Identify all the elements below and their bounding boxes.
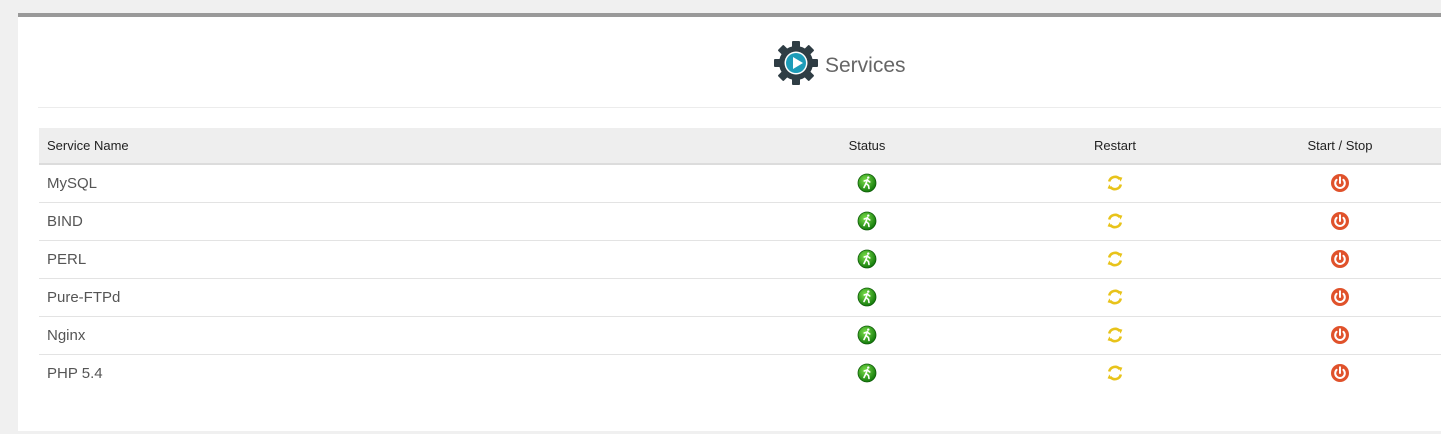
- page-header: Services: [38, 17, 1441, 108]
- power-icon[interactable]: [1330, 363, 1350, 383]
- page-title: Services: [825, 53, 906, 77]
- running-status-icon[interactable]: [857, 249, 877, 269]
- header-restart: Restart: [991, 128, 1239, 165]
- page-heading: Services: [773, 40, 906, 91]
- power-icon[interactable]: [1330, 325, 1350, 345]
- status-cell: [743, 240, 991, 279]
- service-name-cell: BIND: [39, 202, 743, 241]
- running-status-icon[interactable]: [857, 211, 877, 231]
- service-name-cell: PERL: [39, 240, 743, 279]
- services-table: Service Name Status Restart Start / Stop…: [39, 128, 1441, 392]
- services-panel: Services Service Name Status Restart Sta…: [18, 13, 1441, 431]
- table-row: PERL: [39, 240, 1441, 279]
- restart-icon[interactable]: [1105, 173, 1125, 193]
- restart-icon[interactable]: [1105, 287, 1125, 307]
- start-stop-cell: [1239, 164, 1441, 203]
- status-cell: [743, 202, 991, 241]
- table-row: Pure-FTPd: [39, 278, 1441, 317]
- status-cell: [743, 278, 991, 317]
- header-status: Status: [743, 128, 991, 165]
- restart-icon[interactable]: [1105, 249, 1125, 269]
- start-stop-cell: [1239, 202, 1441, 241]
- table-row: Nginx: [39, 316, 1441, 355]
- restart-cell: [991, 202, 1239, 241]
- restart-cell: [991, 354, 1239, 392]
- gear-play-icon: [773, 40, 819, 91]
- power-icon[interactable]: [1330, 173, 1350, 193]
- power-icon[interactable]: [1330, 249, 1350, 269]
- restart-cell: [991, 164, 1239, 203]
- table-header-row: Service Name Status Restart Start / Stop: [39, 128, 1441, 165]
- restart-icon[interactable]: [1105, 211, 1125, 231]
- header-start-stop: Start / Stop: [1239, 128, 1441, 165]
- service-name-cell: MySQL: [39, 164, 743, 203]
- restart-icon[interactable]: [1105, 325, 1125, 345]
- running-status-icon[interactable]: [857, 173, 877, 193]
- table-row: PHP 5.4: [39, 354, 1441, 392]
- status-cell: [743, 164, 991, 203]
- table-body: MySQL BIND PERL Pure-FTPd Nginx PHP 5.4: [39, 164, 1441, 392]
- table-row: BIND: [39, 202, 1441, 241]
- running-status-icon[interactable]: [857, 287, 877, 307]
- start-stop-cell: [1239, 278, 1441, 317]
- restart-cell: [991, 240, 1239, 279]
- service-name-cell: Pure-FTPd: [39, 278, 743, 317]
- status-cell: [743, 354, 991, 392]
- service-name-cell: Nginx: [39, 316, 743, 355]
- table-row: MySQL: [39, 164, 1441, 203]
- running-status-icon[interactable]: [857, 363, 877, 383]
- status-cell: [743, 316, 991, 355]
- start-stop-cell: [1239, 240, 1441, 279]
- restart-cell: [991, 278, 1239, 317]
- running-status-icon[interactable]: [857, 325, 877, 345]
- restart-icon[interactable]: [1105, 363, 1125, 383]
- restart-cell: [991, 316, 1239, 355]
- start-stop-cell: [1239, 354, 1441, 392]
- header-service-name: Service Name: [39, 128, 743, 165]
- power-icon[interactable]: [1330, 287, 1350, 307]
- service-name-cell: PHP 5.4: [47, 364, 103, 382]
- power-icon[interactable]: [1330, 211, 1350, 231]
- start-stop-cell: [1239, 316, 1441, 355]
